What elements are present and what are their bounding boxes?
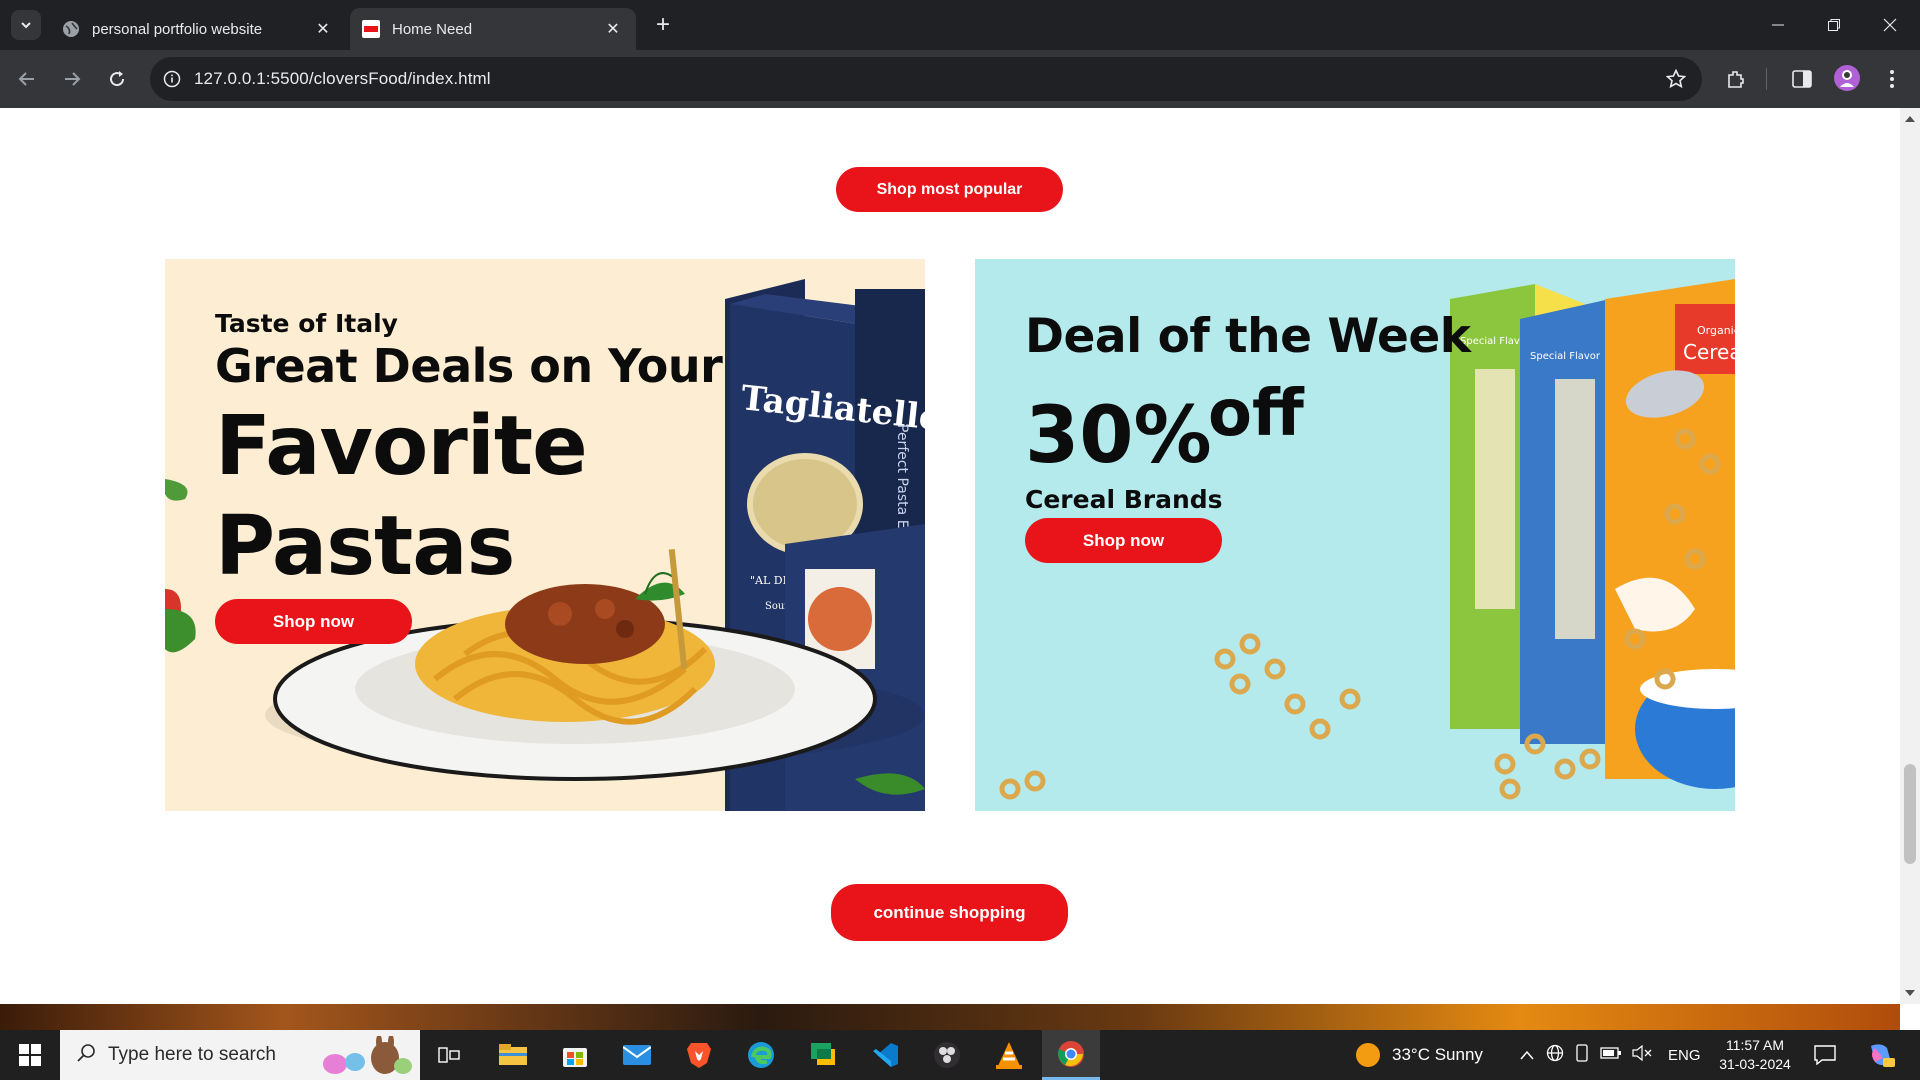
close-window-icon[interactable] [1862,0,1918,50]
notifications-icon[interactable] [1800,1030,1850,1080]
cereal-discount-percent: 30% [1025,391,1212,481]
pasta-headline-line3: Pastas [215,499,515,594]
brave-browser-icon[interactable] [670,1030,728,1080]
language-indicator[interactable]: ENG [1668,1047,1701,1064]
show-hidden-icons-icon[interactable] [1520,1045,1534,1065]
network-globe-icon[interactable] [1546,1044,1564,1067]
cereal-discount-off: off [1208,377,1304,451]
chrome-browser-icon[interactable] [1042,1030,1100,1080]
clock-time: 11:57 AM [1725,1037,1785,1053]
box3-name: Cereal [1683,340,1735,364]
pasta-kicker: Taste of Italy [215,309,398,338]
tab-close-icon[interactable]: ✕ [602,18,624,40]
back-icon[interactable] [12,64,42,94]
browser-toolbar: 127.0.0.1:5500/cloversFood/index.html [0,50,1920,108]
file-explorer-icon[interactable] [484,1030,542,1080]
side-panel-icon[interactable] [1788,65,1816,93]
edge-browser-icon[interactable] [732,1030,790,1080]
menu-kebab-icon[interactable] [1878,65,1906,93]
cereal-brands-label: Cereal Brands [1025,485,1223,514]
pasta-headline-line1: Great Deals on Your [215,339,723,393]
box2-label: Special Flavor [1530,351,1601,362]
search-icon [76,1043,96,1068]
footer-image-strip [0,1004,1900,1030]
windows-taskbar: Type here to search 33°C Sunny ENG 11:57… [0,1030,1920,1080]
cereal-title: Deal of the Week [1025,309,1471,364]
browser-tabstrip: personal portfolio website ✕ Home Need ✕… [0,0,1920,50]
pasta-promo-banner: Tagliatelle Perfect Pasta Every "AL DEN … [165,259,925,811]
clock-date: 31-03-2024 [1719,1056,1791,1072]
cereal-promo-banner: Special Flavor Special Flavor Organic Ce… [975,259,1735,811]
pasta-headline-line2: Favorite [215,399,588,494]
bookmark-star-icon[interactable] [1665,68,1687,94]
system-tray: ENG [1520,1030,1701,1080]
vscode-icon[interactable] [856,1030,914,1080]
tab-title: Home Need [392,20,473,38]
vlc-player-icon[interactable] [980,1030,1038,1080]
obs-studio-icon[interactable] [918,1030,976,1080]
cereal-shop-now-button[interactable]: Shop now [1025,518,1222,563]
forward-icon[interactable] [57,64,87,94]
sun-weather-icon [1356,1043,1380,1067]
pasta-shop-now-button[interactable]: Shop now [215,599,412,644]
tab-close-icon[interactable]: ✕ [312,18,334,40]
task-view-icon[interactable] [420,1030,478,1080]
tab-home-need[interactable]: Home Need ✕ [350,8,636,50]
scrollbar-thumb[interactable] [1904,764,1916,864]
restore-icon[interactable] [1806,0,1862,50]
taskbar-search-box[interactable]: Type here to search [60,1030,420,1080]
tab-portfolio[interactable]: personal portfolio website ✕ [50,8,346,50]
toolbar-divider [1766,68,1767,90]
scroll-down-icon[interactable] [1905,990,1915,996]
device-icon[interactable] [1574,1043,1590,1067]
mail-icon[interactable] [608,1030,666,1080]
shop-most-popular-button[interactable]: Shop most popular [836,167,1063,212]
tab-search-button[interactable] [11,10,41,40]
chevron-down-icon [21,22,31,29]
tab-title: personal portfolio website [92,20,263,38]
url-text: 127.0.0.1:5500/cloversFood/index.html [194,69,491,88]
copilot-icon[interactable] [1856,1030,1906,1080]
volume-muted-icon[interactable] [1632,1044,1652,1066]
minimize-icon[interactable] [1750,0,1806,50]
weather-widget[interactable]: 33°C Sunny [1356,1030,1483,1080]
box3-label: Organic [1697,324,1735,337]
search-placeholder: Type here to search [108,1044,276,1065]
address-bar[interactable]: 127.0.0.1:5500/cloversFood/index.html [150,57,1702,101]
extensions-icon[interactable] [1722,65,1750,93]
site-info-icon[interactable] [150,70,194,88]
weather-text: 33°C Sunny [1392,1045,1483,1064]
page-viewport: Shop most popular Tagliatelle Perfect Pa… [0,108,1900,1004]
profile-avatar[interactable] [1834,65,1860,91]
battery-icon[interactable] [1600,1045,1622,1065]
reload-icon[interactable] [102,64,132,94]
page-scrollbar[interactable] [1900,108,1920,1004]
globe-icon [62,20,80,38]
microsoft-store-icon[interactable] [546,1030,604,1080]
continue-shopping-button[interactable]: continue shopping [831,884,1068,941]
windows-start-icon[interactable] [0,1030,60,1080]
easter-eggs-icon [315,1034,415,1080]
taskbar-clock[interactable]: 11:57 AM 31-03-2024 [1710,1036,1800,1074]
scroll-up-icon[interactable] [1905,116,1915,122]
new-tab-icon[interactable]: + [650,11,676,38]
chat-app-icon[interactable] [794,1030,852,1080]
site-favicon-icon [362,20,380,38]
